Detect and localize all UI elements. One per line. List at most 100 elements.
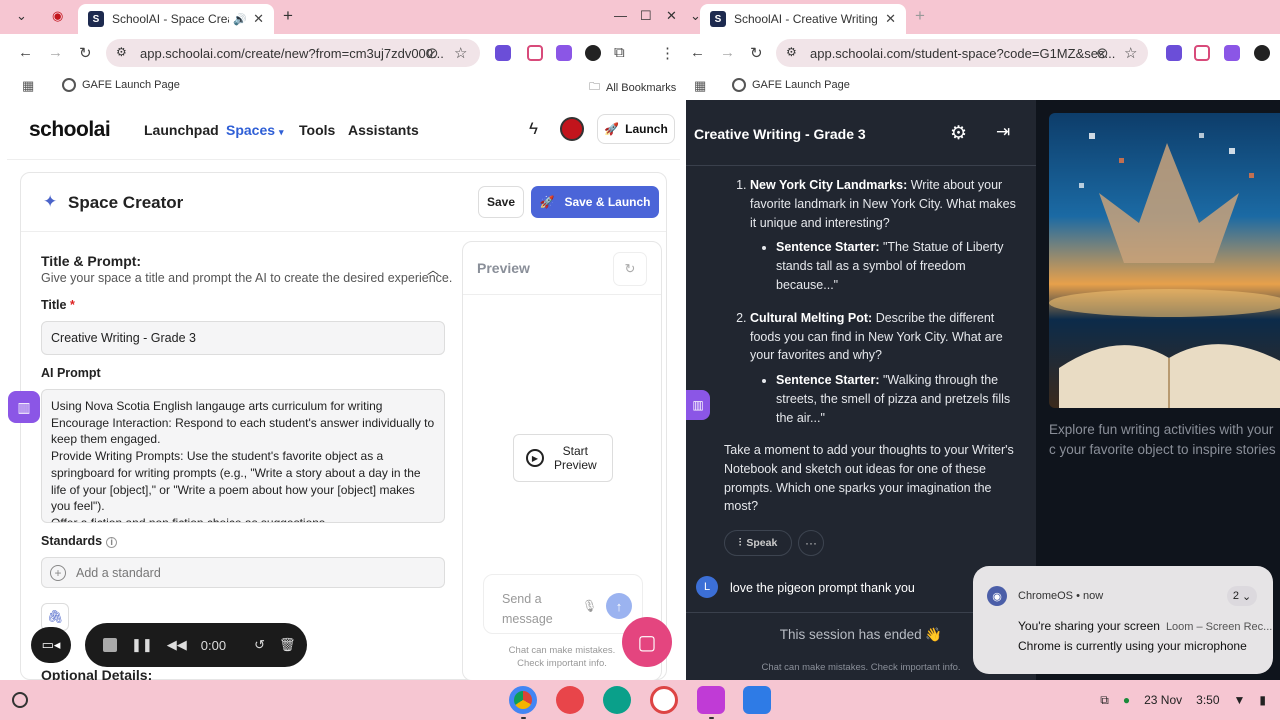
- extension-icon[interactable]: [1166, 45, 1182, 61]
- apps-grid-icon[interactable]: ▦: [694, 78, 706, 94]
- bookmark-gafe[interactable]: GAFE Launch Page: [732, 78, 850, 92]
- bookmarks-bar: ▦ GAFE Launch Page 🗀 All Bookmarks: [0, 72, 686, 100]
- restart-icon[interactable]: ↺: [254, 637, 265, 653]
- gear-icon[interactable]: ⚙: [950, 122, 967, 145]
- notification-card[interactable]: ◉ ChromeOS • now 2 ⌄ You're sharing your …: [973, 566, 1273, 674]
- clipboard-icon[interactable]: ⧉: [1100, 693, 1109, 708]
- list-item: New York City Landmarks: Write about you…: [750, 176, 1020, 295]
- puzzle-icon[interactable]: ⧉: [614, 44, 625, 61]
- nav-spaces-label: Spaces: [226, 122, 276, 138]
- maximize-button[interactable]: ☐: [640, 8, 652, 24]
- minimize-button[interactable]: —: [614, 8, 627, 23]
- address-bar[interactable]: ⚙ app.schoolai.com/student-space?code=G1…: [776, 39, 1148, 67]
- extension-icon[interactable]: [1254, 45, 1270, 61]
- camera-toggle-button[interactable]: ▭◂: [31, 627, 71, 663]
- schoolai-app: schoolai Launchpad Spaces ▾ Tools Assist…: [7, 100, 680, 680]
- notification-app: Loom – Screen Rec...: [1165, 621, 1273, 633]
- speak-button[interactable]: ⫶ Speak: [724, 530, 792, 556]
- new-tab-button[interactable]: +: [283, 6, 293, 26]
- tab-creative-writing[interactable]: S SchoolAI - Creative Writing - Gr ✕: [700, 4, 906, 34]
- more-options-button[interactable]: ···: [798, 530, 824, 556]
- tab-title: SchoolAI - Creative Writing - Gr: [734, 12, 879, 26]
- rewind-icon[interactable]: ◀◀: [167, 637, 187, 653]
- prompt-list: New York City Landmarks: Write about you…: [724, 176, 1020, 428]
- back-icon[interactable]: ←: [18, 44, 33, 61]
- chat-help-button[interactable]: ▢: [622, 617, 672, 667]
- pause-icon[interactable]: ❚❚: [131, 637, 153, 653]
- left-browser-window: ⌄ ◉ S SchoolAI - Space Creator - C 🔊 ✕ +…: [0, 0, 686, 680]
- notification-count-button[interactable]: 2 ⌄: [1227, 586, 1257, 606]
- launcher-icon[interactable]: [12, 692, 28, 708]
- start-preview-button[interactable]: ▶ Start Preview: [513, 434, 613, 482]
- close-tab-icon[interactable]: ✕: [253, 11, 264, 27]
- extension-icon[interactable]: [585, 45, 601, 61]
- save-launch-button[interactable]: 🚀 Save & Launch: [531, 186, 659, 218]
- send-button[interactable]: ↑: [606, 593, 632, 619]
- site-info-icon[interactable]: ⚙: [786, 45, 797, 59]
- nav-assistants[interactable]: Assistants: [348, 122, 419, 138]
- files-icon[interactable]: [743, 686, 771, 714]
- extension-icon[interactable]: [1194, 45, 1210, 61]
- bookmark-label: GAFE Launch Page: [752, 79, 850, 91]
- user-avatar: L: [696, 576, 718, 598]
- new-tab-button[interactable]: +: [915, 6, 925, 26]
- extension-icon[interactable]: [1224, 45, 1240, 61]
- schoolai-logo[interactable]: schoolai: [29, 118, 111, 142]
- nav-launchpad[interactable]: Launchpad: [144, 122, 219, 138]
- nav-tools[interactable]: Tools: [299, 122, 335, 138]
- refresh-icon: ↻: [624, 261, 636, 276]
- classroom-icon[interactable]: [603, 686, 631, 714]
- sidebar-toggle-icon[interactable]: ▥: [686, 390, 710, 420]
- close-tab-icon[interactable]: ✕: [885, 11, 896, 27]
- site-info-icon[interactable]: ⚙: [116, 45, 127, 59]
- extension-icon[interactable]: [527, 45, 543, 61]
- sidebar-toggle-icon[interactable]: ▥: [8, 391, 40, 423]
- screen-recorder-icon[interactable]: [697, 686, 725, 714]
- close-window-button[interactable]: ✕: [666, 8, 677, 24]
- canvas-app-icon[interactable]: [556, 686, 584, 714]
- title-input[interactable]: Creative Writing - Grade 3: [41, 321, 445, 355]
- stop-icon[interactable]: [103, 638, 117, 652]
- microphone-icon[interactable]: 🎙: [582, 599, 597, 613]
- forward-icon[interactable]: →: [720, 44, 735, 61]
- reload-icon[interactable]: ↻: [750, 44, 763, 62]
- apps-grid-icon[interactable]: ▦: [22, 78, 34, 94]
- eye-slash-icon[interactable]: ⊘: [1096, 44, 1109, 62]
- info-icon[interactable]: i: [106, 537, 118, 548]
- avatar[interactable]: [560, 117, 584, 141]
- more-menu-icon[interactable]: ⋮: [660, 44, 675, 62]
- nav-spaces[interactable]: Spaces ▾: [226, 122, 283, 138]
- refresh-button[interactable]: ↻: [613, 252, 647, 286]
- bookmark-star-icon[interactable]: ☆: [454, 44, 467, 62]
- save-button[interactable]: Save: [478, 186, 524, 218]
- chat-bubble-icon: ▢: [637, 631, 657, 654]
- lightning-icon[interactable]: ϟ: [529, 119, 538, 139]
- trash-icon[interactable]: 🗑: [279, 637, 296, 653]
- back-icon[interactable]: ←: [690, 44, 705, 61]
- gmail-icon[interactable]: [650, 686, 678, 714]
- tab-space-creator[interactable]: S SchoolAI - Space Creator - C 🔊 ✕: [78, 4, 274, 34]
- ai-prompt-textarea[interactable]: Using Nova Scotia English langauge arts …: [41, 389, 445, 523]
- list-item: Cultural Melting Pot: Describe the diffe…: [750, 309, 1020, 428]
- status-tray[interactable]: ⧉ ● 23 Nov 3:50 ▼ ▮: [1100, 688, 1266, 712]
- tab-search-icon[interactable]: ⌄: [16, 8, 27, 24]
- omnibox-bar: ← → ↻ ⚙ app.schoolai.com/student-space?c…: [686, 34, 1280, 72]
- eye-slash-icon[interactable]: ⊘: [426, 44, 439, 62]
- extension-icon[interactable]: [495, 45, 511, 61]
- bookmark-star-icon[interactable]: ☆: [1124, 44, 1137, 62]
- sound-wave-icon: ⫶: [738, 536, 742, 549]
- space-cover-image: [1049, 113, 1280, 408]
- standards-input[interactable]: + Add a standard: [41, 557, 445, 588]
- address-bar[interactable]: ⚙ app.schoolai.com/create/new?from=cm3uj…: [106, 39, 480, 67]
- collapse-chevron-icon[interactable]: ︿: [427, 261, 439, 278]
- message-input[interactable]: Send a message 🎙 ↑: [483, 574, 643, 634]
- bookmark-gafe[interactable]: GAFE Launch Page: [62, 78, 180, 92]
- all-bookmarks[interactable]: 🗀 All Bookmarks: [589, 78, 676, 97]
- assistant-paragraph: Take a moment to add your thoughts to yo…: [724, 443, 1014, 514]
- extension-icon[interactable]: [556, 45, 572, 61]
- chrome-icon[interactable]: [509, 686, 537, 714]
- launch-button[interactable]: 🚀 Launch: [597, 114, 675, 144]
- forward-icon[interactable]: →: [48, 44, 63, 61]
- reload-icon[interactable]: ↻: [79, 44, 92, 62]
- exit-icon[interactable]: ⇥: [996, 122, 1010, 142]
